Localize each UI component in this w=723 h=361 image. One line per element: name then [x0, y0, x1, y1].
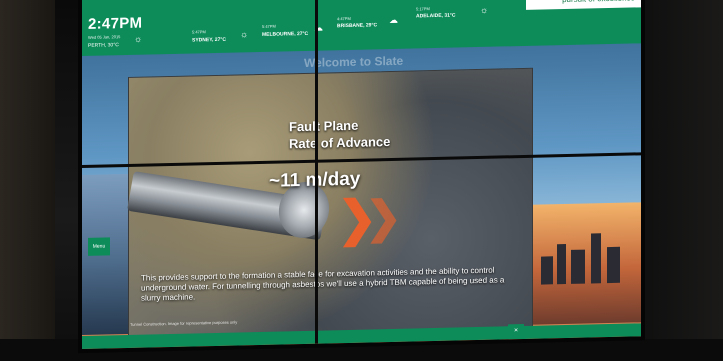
- sun-icon: ☼: [240, 29, 249, 40]
- adelaide-block: 5:17PM ADELAIDE, 31°C ☼: [402, 0, 492, 49]
- left-wall: [0, 0, 55, 361]
- perth-weather: PERTH, 30°C: [88, 42, 119, 49]
- city-skyline-view: [531, 202, 641, 325]
- brisbane-time: 4:47PM: [337, 15, 351, 22]
- tunnel-video-panel: Welcome to Slate Fault Plane Rate of Adv…: [127, 54, 533, 337]
- bezel-vertical: [315, 0, 318, 344]
- sun-icon: ☼: [134, 33, 143, 44]
- brisbane-block: 4:47PM BRISBANE, 29°C ☁: [327, 0, 402, 50]
- melbourne-weather: MELBOURNE, 27°C: [262, 30, 309, 38]
- close-button[interactable]: ×: [508, 323, 524, 337]
- video-wall-display: 2:47PM Wed 05 Jan, 2015 PERTH, 30°C ☼ 5:…: [82, 0, 641, 350]
- rate-of-advance-label: Rate of Advance: [289, 134, 391, 152]
- brand-tagline: pursuit of excellence: [526, 0, 641, 10]
- header-bar: 2:47PM Wed 05 Jan, 2015 PERTH, 30°C ☼ 5:…: [82, 0, 641, 57]
- right-wall: [633, 0, 723, 361]
- menu-button[interactable]: Menu: [88, 237, 110, 256]
- cloud-icon: ☁: [389, 14, 398, 26]
- perth-block: 2:47PM Wed 05 Jan, 2015 PERTH, 30°C: [82, 0, 182, 56]
- menu-label: Menu: [92, 243, 106, 250]
- fault-plane-label: Fault Plane: [289, 117, 359, 135]
- sun-icon: ☼: [480, 4, 489, 15]
- sydney-weather: SYDNEY, 27°C: [192, 36, 226, 44]
- local-date: Wed 05 Jan, 2015: [88, 34, 121, 40]
- sydney-time: 5:47PM: [192, 29, 206, 35]
- next-chevron-icon-ghost: ❯: [365, 192, 402, 243]
- photo-scene: 2:47PM Wed 05 Jan, 2015 PERTH, 30°C ☼ 5:…: [0, 0, 723, 361]
- panel-caption: This provides support to the formation a…: [141, 265, 505, 303]
- melbourne-time: 5:47PM: [262, 23, 276, 29]
- sydney-block: ☼ 5:47PM SYDNEY, 27°C ☼: [134, 0, 252, 54]
- brisbane-weather: BRISBANE, 29°C: [337, 22, 378, 30]
- close-icon: ×: [513, 326, 519, 334]
- adelaide-weather: ADELAIDE, 31°C: [416, 12, 456, 20]
- adelaide-time: 5:17PM: [416, 6, 430, 12]
- local-clock: 2:47PM: [88, 14, 143, 33]
- panel-title: Welcome to Slate: [304, 53, 404, 70]
